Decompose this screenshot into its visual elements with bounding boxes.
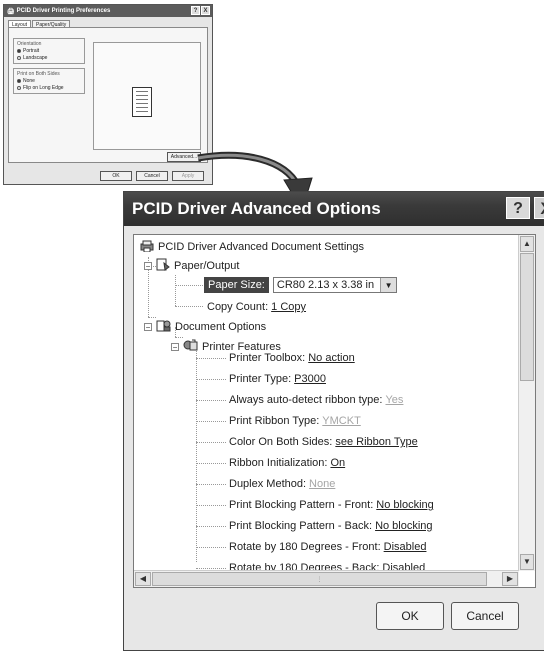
feature-label: Printer Type: (229, 373, 292, 385)
copy-count-label: Copy Count: (207, 301, 269, 313)
feature-value[interactable]: No blocking (375, 520, 432, 532)
tree-root[interactable]: PCID Driver Advanced Document Settings (140, 237, 364, 257)
preferences-title-bar: 🖨 PCID Driver Printing Preferences ? X (4, 5, 212, 17)
feature-label: Color On Both Sides: (229, 436, 333, 448)
collapse-icon[interactable]: − (171, 343, 179, 352)
help-button[interactable]: ? (506, 197, 530, 219)
cancel-button[interactable]: Cancel (451, 602, 519, 630)
preferences-title: PCID Driver Printing Preferences (16, 8, 111, 14)
feature-label: Print Blocking Pattern - Front: (229, 499, 374, 511)
landscape-label: Landscape (23, 55, 48, 61)
vertical-scrollbar[interactable]: ▲ ▼ (518, 235, 535, 571)
feature-value[interactable]: On (330, 457, 345, 469)
feature-label: Rotate by 180 Degrees - Front: (229, 541, 381, 553)
none-label: None (23, 78, 35, 84)
page-preview-icon (132, 87, 152, 117)
feature-value[interactable]: No blocking (376, 499, 433, 511)
both-sides-group: Print on Both Sides None Flip on Long Ed… (13, 68, 85, 94)
chevron-down-icon[interactable]: ▼ (380, 278, 397, 292)
advanced-button[interactable]: Advanced... (167, 152, 201, 162)
advanced-options-dialog: PCID Driver Advanced Options ? X (123, 191, 544, 651)
printer-features-icon (183, 339, 198, 355)
horizontal-scroll-thumb[interactable]: ⋮ (152, 572, 487, 586)
feature-value[interactable]: P3000 (294, 373, 326, 385)
layout-preview (93, 42, 201, 150)
preferences-help-button[interactable]: ? (191, 6, 200, 15)
feature-row[interactable]: Ribbon Initialization: On (229, 453, 345, 473)
feature-label: Ribbon Initialization: (229, 457, 328, 469)
scroll-left-icon[interactable]: ◀ (135, 572, 151, 586)
flip-long-edge-label: Flip on Long Edge (23, 85, 64, 91)
tree-document-options[interactable]: − Document Options (144, 317, 266, 337)
orientation-label: Orientation (17, 41, 42, 47)
settings-tree: PCID Driver Advanced Document Settings −… (133, 234, 536, 588)
printer-icon: 🖨 (7, 8, 15, 15)
feature-row[interactable]: Printer Toolbox: No action (229, 348, 355, 368)
feature-label: Always auto-detect ribbon type: (229, 394, 383, 406)
preferences-cancel-button[interactable]: Cancel (136, 171, 168, 181)
feature-row[interactable]: Duplex Method: None (229, 474, 335, 494)
ok-button[interactable]: OK (376, 602, 444, 630)
root-label: PCID Driver Advanced Document Settings (158, 241, 365, 253)
feature-value[interactable]: see Ribbon Type (335, 436, 417, 448)
scroll-up-icon[interactable]: ▲ (520, 236, 534, 252)
document-options-icon (156, 319, 171, 335)
feature-row[interactable]: Printer Type: P3000 (229, 369, 326, 389)
feature-label: Print Blocking Pattern - Back: (229, 520, 373, 532)
paper-output-icon (156, 258, 170, 274)
feature-label: Print Ribbon Type: (229, 415, 320, 427)
tree-paper-output[interactable]: − Paper/Output (144, 256, 239, 276)
collapse-icon[interactable]: − (144, 323, 152, 332)
feature-row[interactable]: Always auto-detect ribbon type: Yes (229, 390, 403, 410)
portrait-radio[interactable] (17, 49, 21, 53)
document-options-label: Document Options (175, 321, 267, 333)
none-radio[interactable] (17, 79, 21, 83)
feature-label: Duplex Method: (229, 478, 307, 490)
printer-settings-icon (140, 240, 154, 255)
paper-size-label: Paper Size: (204, 277, 269, 293)
close-button[interactable]: X (534, 197, 544, 219)
horizontal-scrollbar[interactable]: ◀ ⋮ ▶ (134, 570, 519, 587)
vertical-scroll-thumb[interactable] (520, 253, 534, 381)
feature-row[interactable]: Color On Both Sides: see Ribbon Type (229, 432, 418, 452)
preferences-ok-button[interactable]: OK (100, 171, 132, 181)
both-sides-label: Print on Both Sides (17, 71, 60, 77)
copy-count-value[interactable]: 1 Copy (271, 301, 306, 313)
collapse-icon[interactable]: − (144, 262, 152, 271)
advanced-options-title: PCID Driver Advanced Options (132, 199, 381, 218)
landscape-radio[interactable] (17, 56, 21, 60)
flip-long-edge-radio[interactable] (17, 86, 21, 90)
printing-preferences-dialog: 🖨 PCID Driver Printing Preferences ? X L… (3, 4, 213, 185)
copy-count-row[interactable]: Copy Count: 1 Copy (207, 297, 306, 317)
preferences-apply-button[interactable]: Apply (172, 171, 204, 181)
feature-row[interactable]: Print Blocking Pattern - Front: No blocki… (229, 495, 434, 515)
feature-value[interactable]: No action (308, 352, 354, 364)
feature-value[interactable]: YMCKT (322, 415, 361, 427)
feature-value[interactable]: Disabled (384, 541, 427, 553)
feature-row[interactable]: Print Blocking Pattern - Back: No blockin… (229, 516, 433, 536)
preferences-close-button[interactable]: X (201, 6, 210, 15)
layout-panel: Orientation Portrait Landscape Print on … (8, 27, 208, 163)
advanced-options-title-bar: PCID Driver Advanced Options ? X (124, 192, 544, 226)
feature-value[interactable]: Yes (385, 394, 403, 406)
paper-size-value: CR80 2.13 x 3.38 in (276, 279, 375, 291)
paper-size-row: Paper Size: CR80 2.13 x 3.38 in ▼ (204, 276, 398, 294)
paper-output-label: Paper/Output (174, 260, 240, 272)
orientation-group: Orientation Portrait Landscape (13, 38, 85, 64)
scroll-right-icon[interactable]: ▶ (502, 572, 518, 586)
feature-row[interactable]: Print Ribbon Type: YMCKT (229, 411, 361, 431)
feature-row[interactable]: Rotate by 180 Degrees - Front: Disabled (229, 537, 426, 557)
feature-value[interactable]: None (309, 478, 335, 490)
paper-size-select[interactable]: CR80 2.13 x 3.38 in ▼ (272, 277, 398, 293)
scroll-down-icon[interactable]: ▼ (520, 554, 534, 570)
feature-label: Printer Toolbox: (229, 352, 306, 364)
portrait-label: Portrait (23, 48, 40, 54)
